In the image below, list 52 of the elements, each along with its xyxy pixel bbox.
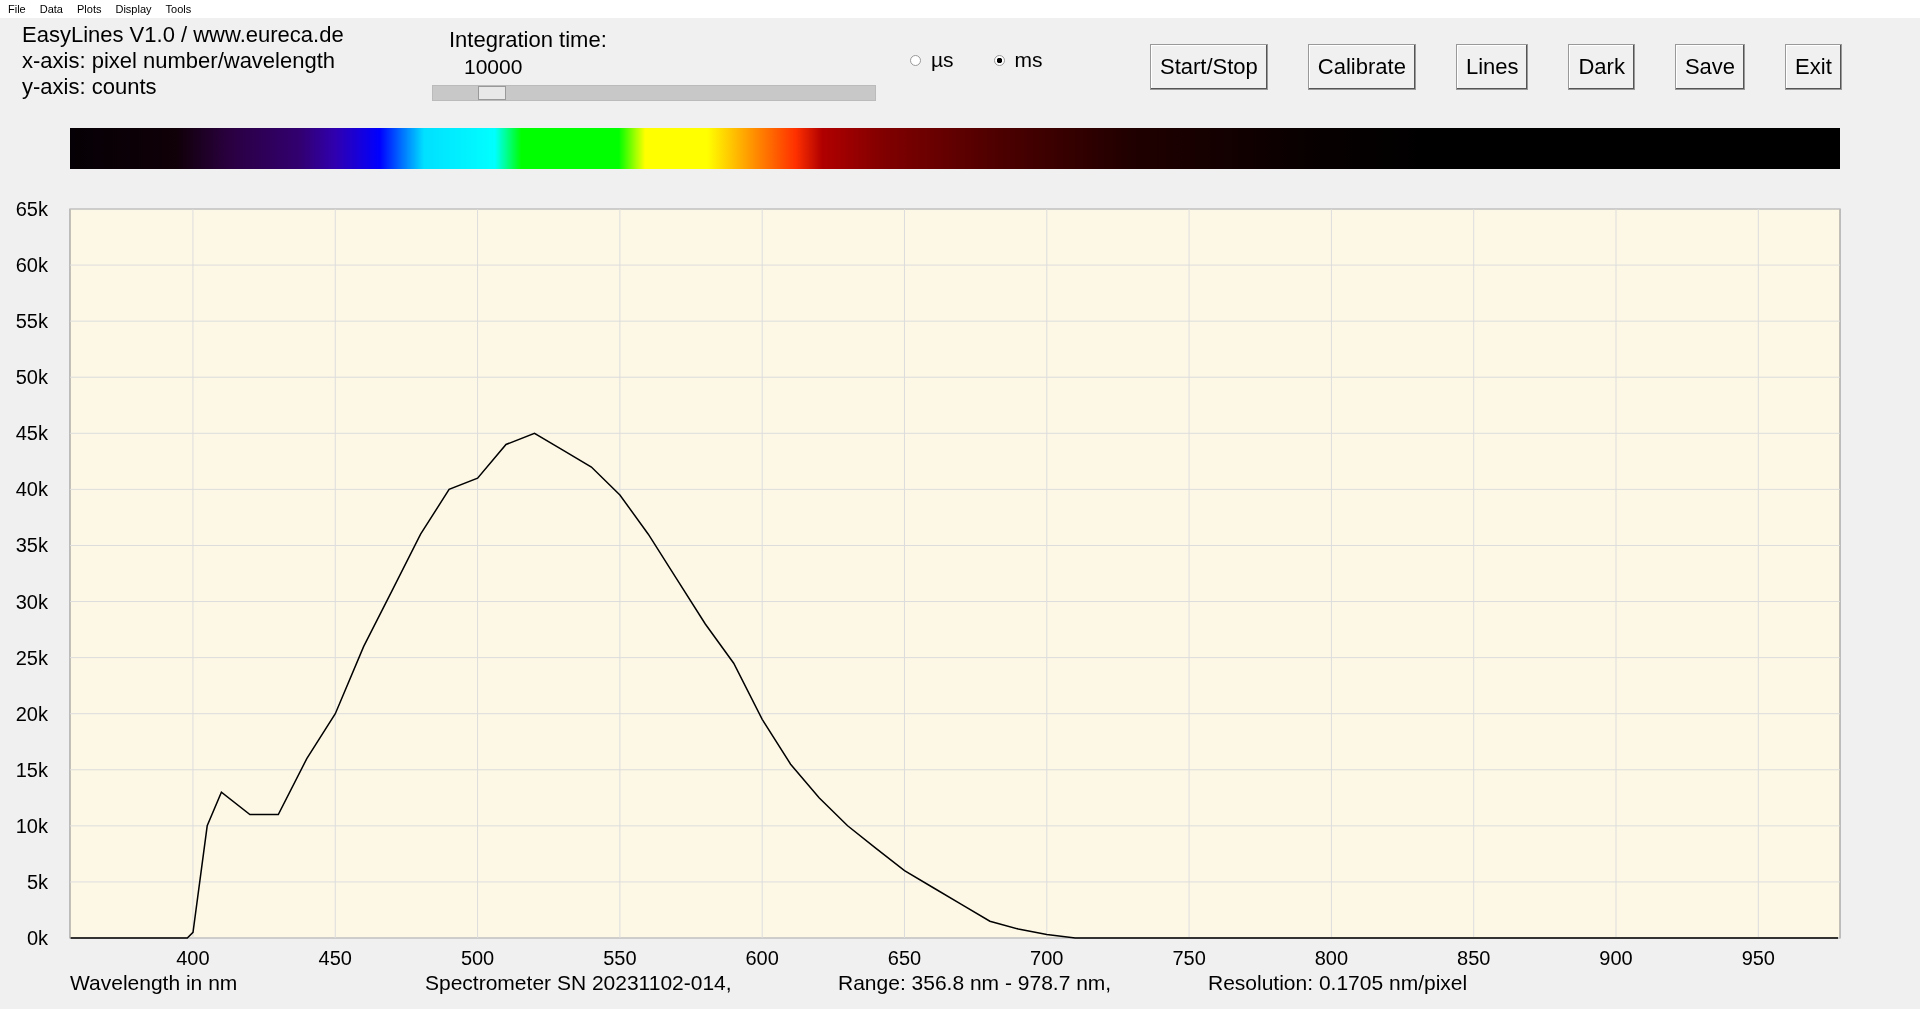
action-button[interactable]: Dark [1568,44,1635,90]
info-text: EasyLines V1.0 / www.eureca.de [22,22,345,48]
y-tick-label: 55k [15,310,48,333]
x-tick-label: 850 [1457,947,1491,969]
integration-slider[interactable] [432,85,876,101]
y-tick-label: 15k [15,758,48,781]
info-text: y-axis: counts [22,74,158,100]
action-button[interactable]: Calibrate [1307,44,1416,90]
x-tick-label: 600 [745,947,779,969]
x-tick-label: 450 [318,947,352,969]
resolution-text: Resolution: 0.1705 nm/pixel [1208,971,1468,995]
y-tick-label: 60k [15,254,48,277]
radio-label[interactable]: ms [1014,48,1043,72]
menu-item[interactable]: Tools [165,3,192,15]
range-text: Range: 356.8 nm - 978.7 nm, [838,971,1112,995]
y-tick-label: 20k [15,702,48,725]
y-tick-label: 40k [15,478,48,501]
x-axis-label: Wavelength in nm [70,971,238,995]
y-tick-label: 30k [15,590,48,613]
integration-time-value: 10000 [464,55,524,79]
y-tick-label: 35k [15,534,48,557]
action-button[interactable]: Save [1674,44,1746,90]
radio-button[interactable] [910,54,921,66]
y-tick-label: 0k [26,927,48,949]
x-tick-label: 400 [176,947,210,969]
x-tick-label: 800 [1314,947,1349,969]
menu-item[interactable]: Display [115,3,152,15]
action-button[interactable]: Exit [1785,44,1842,90]
y-tick-label: 45k [15,422,48,445]
x-tick-label: 700 [1030,947,1064,969]
y-tick-label: 50k [15,366,48,389]
menu-item[interactable]: Data [39,3,63,15]
info-text: x-axis: pixel number/wavelength [22,48,337,74]
y-tick-label: 65k [15,201,48,220]
x-tick-label: 650 [887,947,922,969]
x-tick-label: 900 [1599,947,1633,969]
x-tick-label: 950 [1741,947,1775,969]
radio-button[interactable] [993,54,1005,66]
menu-item[interactable]: Plots [77,3,102,15]
action-button[interactable]: Start/Stop [1150,44,1268,90]
y-tick-label: 25k [15,646,48,669]
slider-thumb[interactable] [478,86,507,100]
x-tick-label: 500 [460,947,495,969]
x-tick-label: 750 [1172,947,1206,969]
y-tick-label: 10k [15,814,48,837]
spectrometer-text: Spectrometer SN 20231102-014, [425,971,732,995]
menu-item[interactable]: File [8,3,26,15]
action-button[interactable]: Lines [1455,44,1529,90]
integration-time-label: Integration time: [449,27,608,53]
y-tick-label: 5k [26,870,48,893]
x-tick-label: 550 [603,947,637,969]
radio-label[interactable]: µs [931,48,954,72]
